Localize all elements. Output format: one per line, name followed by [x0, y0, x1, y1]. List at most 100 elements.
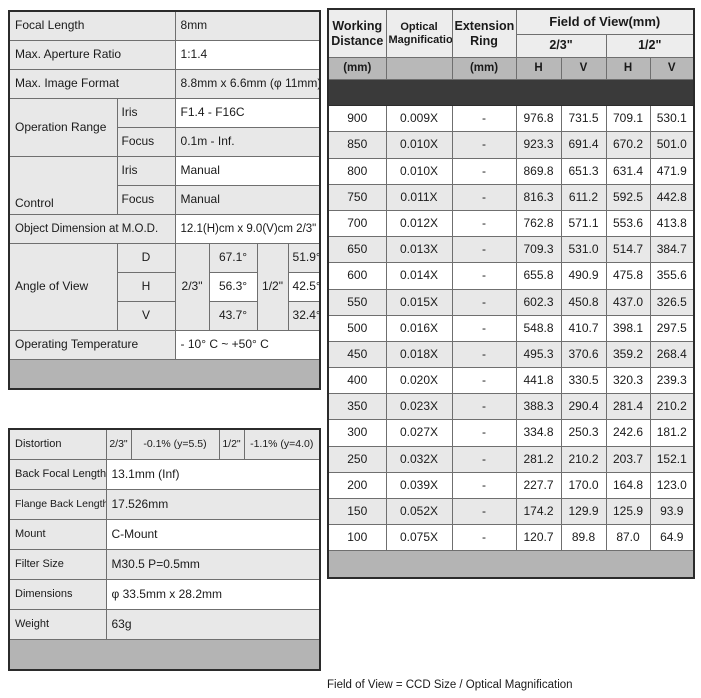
cell-h-23: 388.3	[515, 393, 562, 421]
cell-extension-ring: -	[451, 183, 517, 211]
cell-h-12: 631.4	[605, 157, 651, 185]
cell-h-23: 227.7	[515, 471, 562, 500]
mech-label: Back Focal Length	[8, 459, 107, 490]
header-extension-ring-line2: Ring	[470, 33, 498, 48]
table-row: 350 0.023X - 388.3 290.4 281.4 210.2	[327, 393, 695, 421]
cell-working-distance: 150	[327, 497, 387, 526]
cell-h-12: 475.8	[605, 262, 651, 290]
table-row: 500 0.016X - 548.8 410.7 398.1 297.5	[327, 314, 695, 342]
angle-value-b: 32.4°	[287, 301, 321, 331]
cell-v-12: 326.5	[649, 288, 695, 316]
cell-v-23: 531.0	[560, 236, 607, 264]
lens-specification-table: Focal Length 8mm Max. Aperture Ratio 1:1…	[8, 10, 322, 390]
cell-optical-magnification: 0.009X	[385, 105, 453, 133]
cell-v-23: 731.5	[560, 105, 607, 133]
cell-extension-ring: -	[451, 445, 517, 473]
cell-working-distance: 450	[327, 340, 387, 369]
cell-h-12: 437.0	[605, 288, 651, 316]
cell-h-23: 174.2	[515, 497, 562, 526]
header-working-distance-line1: Working	[332, 19, 383, 34]
table-row: 300 0.027X - 334.8 250.3 242.6 181.2	[327, 419, 695, 447]
header-extension-ring-line1: Extension	[454, 19, 515, 34]
cell-v-23: 410.7	[560, 314, 607, 342]
header-h-12: H	[605, 57, 651, 80]
cell-v-23: 290.4	[560, 393, 607, 421]
cell-optical-magnification: 0.020X	[385, 367, 453, 395]
cell-working-distance: 900	[327, 105, 387, 133]
unit-extension-ring: (mm)	[451, 57, 517, 80]
spec-label: Object Dimension at M.O.D.	[8, 214, 176, 244]
foot-band-cell	[327, 550, 695, 579]
cell-extension-ring: -	[451, 497, 517, 526]
header-field-of-view: Field of View(mm)	[515, 8, 695, 35]
cell-optical-magnification: 0.032X	[385, 445, 453, 473]
cell-h-12: 320.3	[605, 367, 651, 395]
cell-h-23: 495.3	[515, 340, 562, 369]
foot-band-cell	[8, 639, 321, 671]
cell-working-distance: 500	[327, 314, 387, 342]
cell-extension-ring: -	[451, 314, 517, 342]
cell-v-23: 370.6	[560, 340, 607, 369]
spec-value: - 10° C ~ +50° C	[174, 330, 321, 360]
table-row: 550 0.015X - 602.3 450.8 437.0 326.5	[327, 288, 695, 316]
table-unit-row: (mm) (mm) H V H V	[327, 57, 695, 80]
table-row: 800 0.010X - 869.8 651.3 631.4 471.9	[327, 157, 695, 185]
table-row: 600 0.014X - 655.8 490.9 475.8 355.6	[327, 262, 695, 290]
spec-label: Operation Range	[8, 98, 118, 157]
angle-axis: D	[116, 243, 176, 273]
cell-extension-ring: -	[451, 393, 517, 421]
spec-value: 8mm	[174, 10, 321, 41]
cell-extension-ring: -	[451, 105, 517, 133]
cell-h-23: 816.3	[515, 183, 562, 211]
cell-h-12: 592.5	[605, 183, 651, 211]
separator-band-cell	[327, 78, 695, 107]
cell-h-12: 709.1	[605, 105, 651, 133]
table-row: Operation Range Iris F1.4 - F16C	[8, 98, 321, 157]
cell-h-23: 709.3	[515, 236, 562, 264]
mech-label: Mount	[8, 519, 107, 550]
cell-optical-magnification: 0.013X	[385, 236, 453, 264]
cell-optical-magnification: 0.012X	[385, 209, 453, 238]
spec-sublabel: Focus	[116, 127, 176, 157]
table-row: 200 0.039X - 227.7 170.0 164.8 123.0	[327, 471, 695, 500]
cell-h-23: 655.8	[515, 262, 562, 290]
cell-working-distance: 550	[327, 288, 387, 316]
cell-h-23: 441.8	[515, 367, 562, 395]
distortion-value-b: -1.1% (y=4.0)	[243, 428, 321, 460]
cell-working-distance: 350	[327, 393, 387, 421]
cell-working-distance: 250	[327, 445, 387, 473]
cell-h-12: 125.9	[605, 497, 651, 526]
cell-h-12: 242.6	[605, 419, 651, 447]
spec-label: Operating Temperature	[8, 330, 176, 360]
spec-label-text: Operation Range	[15, 119, 107, 134]
cell-optical-magnification: 0.075X	[385, 524, 453, 552]
header-optical-magnification: Optical Magnification	[385, 8, 453, 58]
table-row: Object Dimension at M.O.D. 12.1(H)cm x 9…	[8, 214, 321, 244]
angle-format-a: 2/3"	[174, 243, 210, 331]
table-row: Max. Image Format 8.8mm x 6.6mm (φ 11mm)	[8, 69, 321, 99]
angle-value-a: 43.7°	[208, 301, 258, 331]
cell-extension-ring: -	[451, 471, 517, 500]
table-row: Filter Size M30.5 P=0.5mm	[8, 549, 321, 580]
cell-extension-ring: -	[451, 236, 517, 264]
cell-v-23: 611.2	[560, 183, 607, 211]
cell-optical-magnification: 0.014X	[385, 262, 453, 290]
cell-h-23: 548.8	[515, 314, 562, 342]
cell-v-12: 239.3	[649, 367, 695, 395]
cell-extension-ring: -	[451, 367, 517, 395]
spec-label: Max. Aperture Ratio	[8, 40, 176, 70]
cell-h-12: 281.4	[605, 393, 651, 421]
cell-v-12: 152.1	[649, 445, 695, 473]
unit-working-distance: (mm)	[327, 57, 387, 80]
cell-v-12: 93.9	[649, 497, 695, 526]
angle-value-a: 67.1°	[208, 243, 258, 273]
distortion-value-a: -0.1% (y=5.5)	[130, 428, 220, 460]
cell-v-23: 89.8	[560, 524, 607, 552]
spec-label: Focal Length	[8, 10, 176, 41]
table-row: 400 0.020X - 441.8 330.5 320.3 239.3	[327, 367, 695, 395]
header-extension-ring: Extension Ring	[451, 8, 517, 58]
mech-value: φ 33.5mm x 28.2mm	[105, 579, 321, 610]
table-row: 750 0.011X - 816.3 611.2 592.5 442.8	[327, 183, 695, 211]
angle-value-b: 42.5°	[287, 272, 321, 302]
cell-h-23: 602.3	[515, 288, 562, 316]
